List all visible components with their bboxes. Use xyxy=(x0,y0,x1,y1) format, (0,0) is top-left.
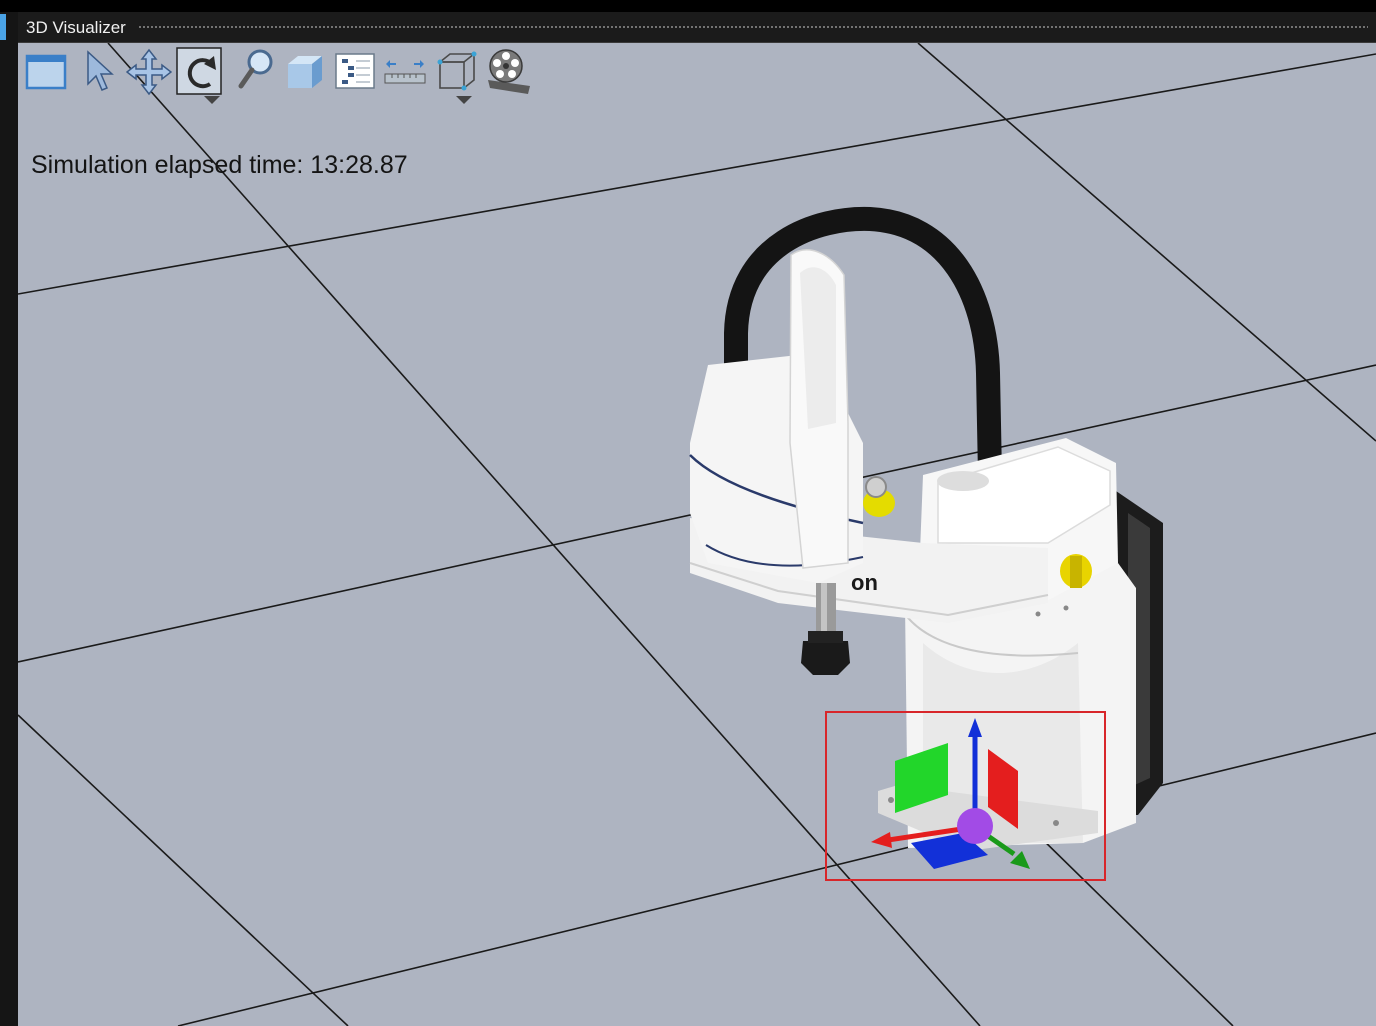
scene-canvas[interactable]: on xyxy=(18,43,1376,1026)
window-titlebar[interactable]: 3D Visualizer xyxy=(18,12,1376,43)
window-title: 3D Visualizer xyxy=(26,18,126,37)
magnifier-icon[interactable] xyxy=(232,46,278,100)
dock-tab-accent[interactable] xyxy=(0,14,6,40)
titlebar-grip[interactable] xyxy=(138,25,1368,29)
rotate-icon[interactable] xyxy=(176,46,222,104)
wireframe-box-icon[interactable] xyxy=(434,46,480,104)
simulation-elapsed-time: Simulation elapsed time: 13:28.87 xyxy=(31,151,408,179)
cube-icon[interactable] xyxy=(282,46,328,100)
film-reel-icon[interactable] xyxy=(484,46,530,100)
window-icon[interactable] xyxy=(24,46,70,100)
top-strip xyxy=(0,0,1376,12)
arrow-cursor-icon[interactable] xyxy=(76,46,122,100)
robot-end-effector xyxy=(801,641,850,675)
visualizer-window: 3D Visualizer on Simulation elapsed time… xyxy=(18,12,1376,1026)
tree-list-icon[interactable] xyxy=(332,46,378,100)
move-arrows-icon[interactable] xyxy=(126,46,172,100)
ruler-icon[interactable] xyxy=(382,46,428,100)
robot-brand-text: on xyxy=(851,570,878,595)
selection-highlight-box xyxy=(825,711,1106,881)
3d-viewport[interactable]: on Simulation elapsed time: 13:28.87 xyxy=(18,43,1376,1026)
left-dock-panel xyxy=(0,12,18,1026)
